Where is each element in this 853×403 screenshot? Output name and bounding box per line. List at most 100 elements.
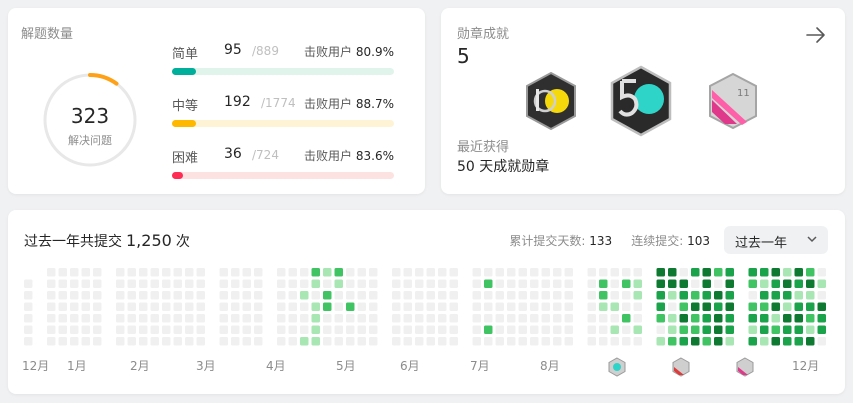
heatmap-cell[interactable]: [254, 268, 263, 277]
heatmap-cell[interactable]: [714, 291, 723, 300]
heatmap-cell[interactable]: [58, 325, 68, 335]
heatmap-cell[interactable]: [530, 268, 539, 277]
heatmap-cell[interactable]: [24, 302, 33, 312]
heatmap-cell[interactable]: [760, 314, 769, 323]
heatmap-cell[interactable]: [495, 325, 505, 335]
heatmap-cell[interactable]: [610, 302, 620, 312]
heatmap-cell[interactable]: [300, 291, 309, 300]
heatmap-cell[interactable]: [127, 291, 137, 300]
heatmap-cell[interactable]: [633, 279, 643, 289]
heatmap-cell[interactable]: [185, 325, 194, 335]
heatmap-cell[interactable]: [357, 325, 367, 335]
heatmap-cell[interactable]: [760, 302, 769, 312]
heatmap-cell[interactable]: [277, 325, 286, 335]
heatmap-cell[interactable]: [139, 302, 148, 312]
heatmap-cell[interactable]: [173, 279, 183, 289]
heatmap-cell[interactable]: [426, 325, 436, 335]
heatmap-cell[interactable]: [231, 291, 240, 300]
heatmap-cell[interactable]: [771, 337, 781, 346]
heatmap-cell[interactable]: [806, 268, 815, 277]
heatmap-cell[interactable]: [610, 314, 620, 323]
heatmap-cell[interactable]: [668, 337, 677, 346]
heatmap-cell[interactable]: [438, 314, 447, 323]
heatmap-cell[interactable]: [633, 302, 643, 312]
heatmap-cell[interactable]: [357, 337, 367, 346]
heatmap-cell[interactable]: [93, 268, 102, 277]
heatmap-cell[interactable]: [392, 279, 401, 289]
heatmap-cell[interactable]: [415, 279, 424, 289]
heatmap-cell[interactable]: [817, 268, 827, 277]
heatmap-cell[interactable]: [93, 291, 102, 300]
heatmap-cell[interactable]: [150, 302, 160, 312]
heatmap-cell[interactable]: [24, 279, 33, 289]
heatmap-cell[interactable]: [817, 302, 827, 312]
heatmap-cell[interactable]: [311, 314, 321, 323]
heatmap-cell[interactable]: [599, 325, 608, 335]
heatmap-cell[interactable]: [173, 337, 183, 346]
heatmap-cell[interactable]: [656, 291, 666, 300]
heatmap-cell[interactable]: [47, 314, 56, 323]
heatmap-cell[interactable]: [587, 337, 597, 346]
heatmap-cell[interactable]: [93, 279, 102, 289]
heatmap-cell[interactable]: [346, 337, 355, 346]
difficulty-medium[interactable]: 中等 192 /1774 击败用户 88.7%: [172, 94, 394, 127]
heatmap-cell[interactable]: [369, 325, 378, 335]
heatmap-cell[interactable]: [541, 291, 551, 300]
heatmap-cell[interactable]: [323, 291, 332, 300]
heatmap-cell[interactable]: [668, 302, 677, 312]
heatmap-cell[interactable]: [196, 279, 206, 289]
heatmap-cell[interactable]: [553, 337, 562, 346]
heatmap-cell[interactable]: [748, 279, 758, 289]
heatmap-cell[interactable]: [93, 302, 102, 312]
heatmap-cell[interactable]: [472, 268, 482, 277]
heatmap-cell[interactable]: [288, 325, 298, 335]
heatmap-cell[interactable]: [449, 279, 459, 289]
heatmap-cell[interactable]: [783, 279, 792, 289]
heatmap-cell[interactable]: [668, 325, 677, 335]
heatmap-cell[interactable]: [794, 302, 804, 312]
heatmap-cell[interactable]: [300, 337, 309, 346]
heatmap-cell[interactable]: [553, 291, 562, 300]
heatmap-cell[interactable]: [81, 302, 91, 312]
heatmap-cell[interactable]: [668, 268, 677, 277]
heatmap-cell[interactable]: [541, 325, 551, 335]
heatmap-cell[interactable]: [219, 314, 229, 323]
heatmap-cell[interactable]: [771, 302, 781, 312]
heatmap-cell[interactable]: [196, 291, 206, 300]
heatmap-cell[interactable]: [288, 337, 298, 346]
heatmap-cell[interactable]: [484, 268, 493, 277]
heatmap-cell[interactable]: [518, 302, 528, 312]
heatmap-cell[interactable]: [587, 302, 597, 312]
heatmap-cell[interactable]: [346, 325, 355, 335]
heatmap-cell[interactable]: [150, 268, 160, 277]
heatmap-cell[interactable]: [116, 314, 125, 323]
heatmap-cell[interactable]: [185, 291, 194, 300]
heatmap-cell[interactable]: [139, 291, 148, 300]
heatmap-cell[interactable]: [760, 325, 769, 335]
heatmap-cell[interactable]: [587, 279, 597, 289]
heatmap-cell[interactable]: [725, 337, 735, 346]
heatmap-cell[interactable]: [254, 291, 263, 300]
heatmap-cell[interactable]: [817, 325, 827, 335]
heatmap-cell[interactable]: [70, 302, 79, 312]
heatmap-cell[interactable]: [656, 268, 666, 277]
heatmap-cell[interactable]: [610, 325, 620, 335]
heatmap-cell[interactable]: [495, 291, 505, 300]
heatmap-cell[interactable]: [231, 302, 240, 312]
heatmap-cell[interactable]: [656, 325, 666, 335]
heatmap-cell[interactable]: [507, 291, 516, 300]
heatmap-cell[interactable]: [495, 302, 505, 312]
heatmap-cell[interactable]: [518, 337, 528, 346]
heatmap-cell[interactable]: [599, 314, 608, 323]
heatmap-cell[interactable]: [392, 314, 401, 323]
heatmap-cell[interactable]: [58, 337, 68, 346]
heatmap-cell[interactable]: [162, 314, 171, 323]
heatmap-cell[interactable]: [633, 268, 643, 277]
heatmap-cell[interactable]: [323, 268, 332, 277]
heatmap-cell[interactable]: [403, 337, 413, 346]
heatmap-cell[interactable]: [415, 302, 424, 312]
heatmap-cell[interactable]: [656, 302, 666, 312]
heatmap-cell[interactable]: [288, 291, 298, 300]
heatmap-cell[interactable]: [679, 302, 689, 312]
heatmap-cell[interactable]: [334, 279, 344, 289]
